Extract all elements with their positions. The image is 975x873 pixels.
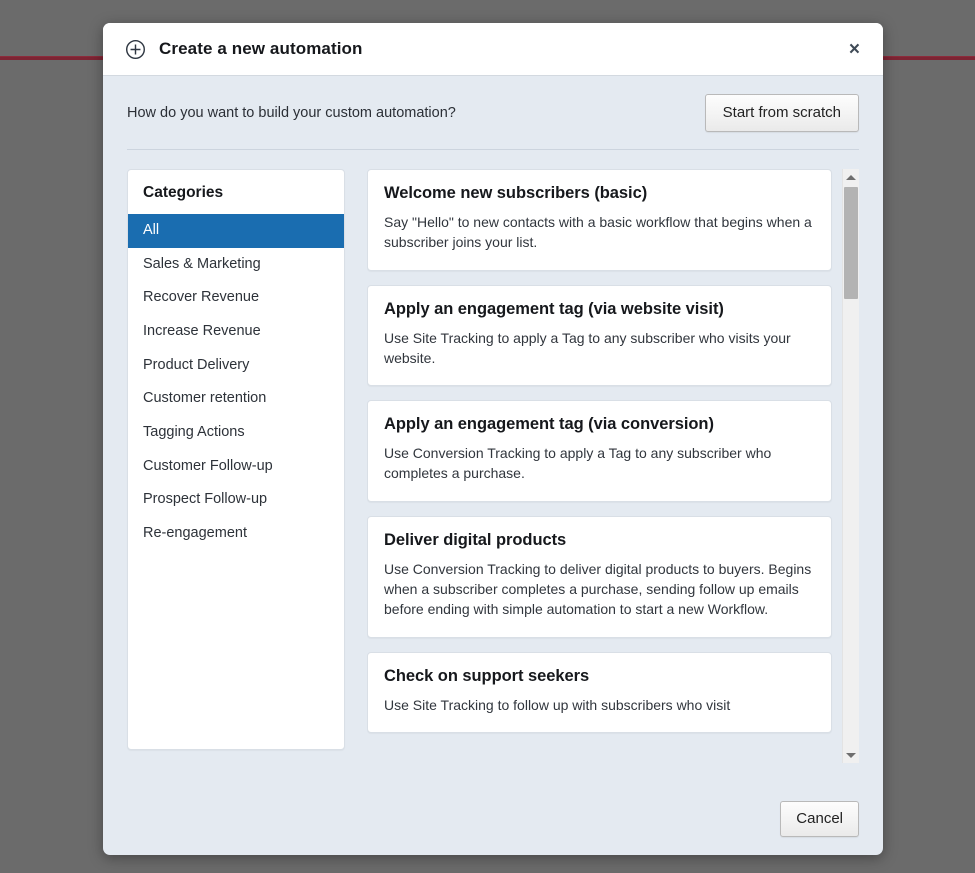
dialog-footer: Cancel <box>103 783 883 855</box>
category-item-all[interactable]: All <box>128 214 344 248</box>
template-title: Welcome new subscribers (basic) <box>384 184 648 202</box>
category-item-customer-follow-up[interactable]: Customer Follow-up <box>128 450 344 484</box>
templates-scrollbar[interactable] <box>842 169 859 763</box>
category-item-tagging-actions[interactable]: Tagging Actions <box>128 416 344 450</box>
template-description: Use Conversion Tracking to apply a Tag t… <box>384 445 772 482</box>
cancel-button[interactable]: Cancel <box>780 801 859 837</box>
category-item-customer-retention[interactable]: Customer retention <box>128 382 344 416</box>
dialog-title: Create a new automation <box>159 39 363 58</box>
template-card[interactable]: Apply an engagement tag (via conversion)… <box>367 400 832 502</box>
template-card[interactable]: Welcome new subscribers (basic) Say "Hel… <box>367 169 832 271</box>
categories-panel: Categories All Sales & Marketing Recover… <box>127 169 345 750</box>
template-title: Apply an engagement tag (via conversion) <box>384 415 714 434</box>
dialog-header: Create a new automation × <box>103 23 883 76</box>
scrollbar-thumb[interactable] <box>844 187 858 299</box>
start-from-scratch-button[interactable]: Start from scratch <box>704 94 859 132</box>
template-description: Use Conversion Tracking to deliver digit… <box>384 560 812 618</box>
close-icon[interactable]: × <box>844 38 865 61</box>
prompt-question: How do you want to build your custom aut… <box>127 105 456 121</box>
dialog-body: Categories All Sales & Marketing Recover… <box>103 150 883 783</box>
template-card[interactable]: Check on support seekers Use Site Tracki… <box>367 651 832 733</box>
template-card[interactable]: Apply an engagement tag (via website vis… <box>367 284 832 387</box>
templates-region: Welcome new subscribers (basic) Say "Hel… <box>367 169 859 763</box>
category-item-prospect-follow-up[interactable]: Prospect Follow-up <box>128 483 344 517</box>
template-title: Deliver digital products <box>384 530 567 549</box>
template-description: Use Site Tracking to apply a Tag to any … <box>384 329 791 366</box>
scroll-down-arrow-icon[interactable] <box>843 747 859 763</box>
prompt-bar: How do you want to build your custom aut… <box>103 76 883 132</box>
template-description: Use Site Tracking to follow up with subs… <box>384 696 731 713</box>
category-item-recover-revenue[interactable]: Recover Revenue <box>128 281 344 315</box>
templates-list: Welcome new subscribers (basic) Say "Hel… <box>367 169 842 763</box>
category-item-increase-revenue[interactable]: Increase Revenue <box>128 315 344 349</box>
template-card[interactable]: Deliver digital products Use Conversion … <box>367 515 832 638</box>
template-title: Check on support seekers <box>384 666 590 685</box>
category-item-product-delivery[interactable]: Product Delivery <box>128 349 344 383</box>
template-description: Say "Hello" to new contacts with a basic… <box>384 214 812 251</box>
category-item-sales-marketing[interactable]: Sales & Marketing <box>128 248 344 282</box>
create-automation-dialog: Create a new automation × How do you wan… <box>103 23 883 855</box>
plus-circle-icon <box>126 39 145 59</box>
category-item-re-engagement[interactable]: Re-engagement <box>128 517 344 551</box>
scroll-up-arrow-icon[interactable] <box>843 169 859 185</box>
template-title: Apply an engagement tag (via website vis… <box>384 299 724 318</box>
categories-heading: Categories <box>143 184 224 201</box>
